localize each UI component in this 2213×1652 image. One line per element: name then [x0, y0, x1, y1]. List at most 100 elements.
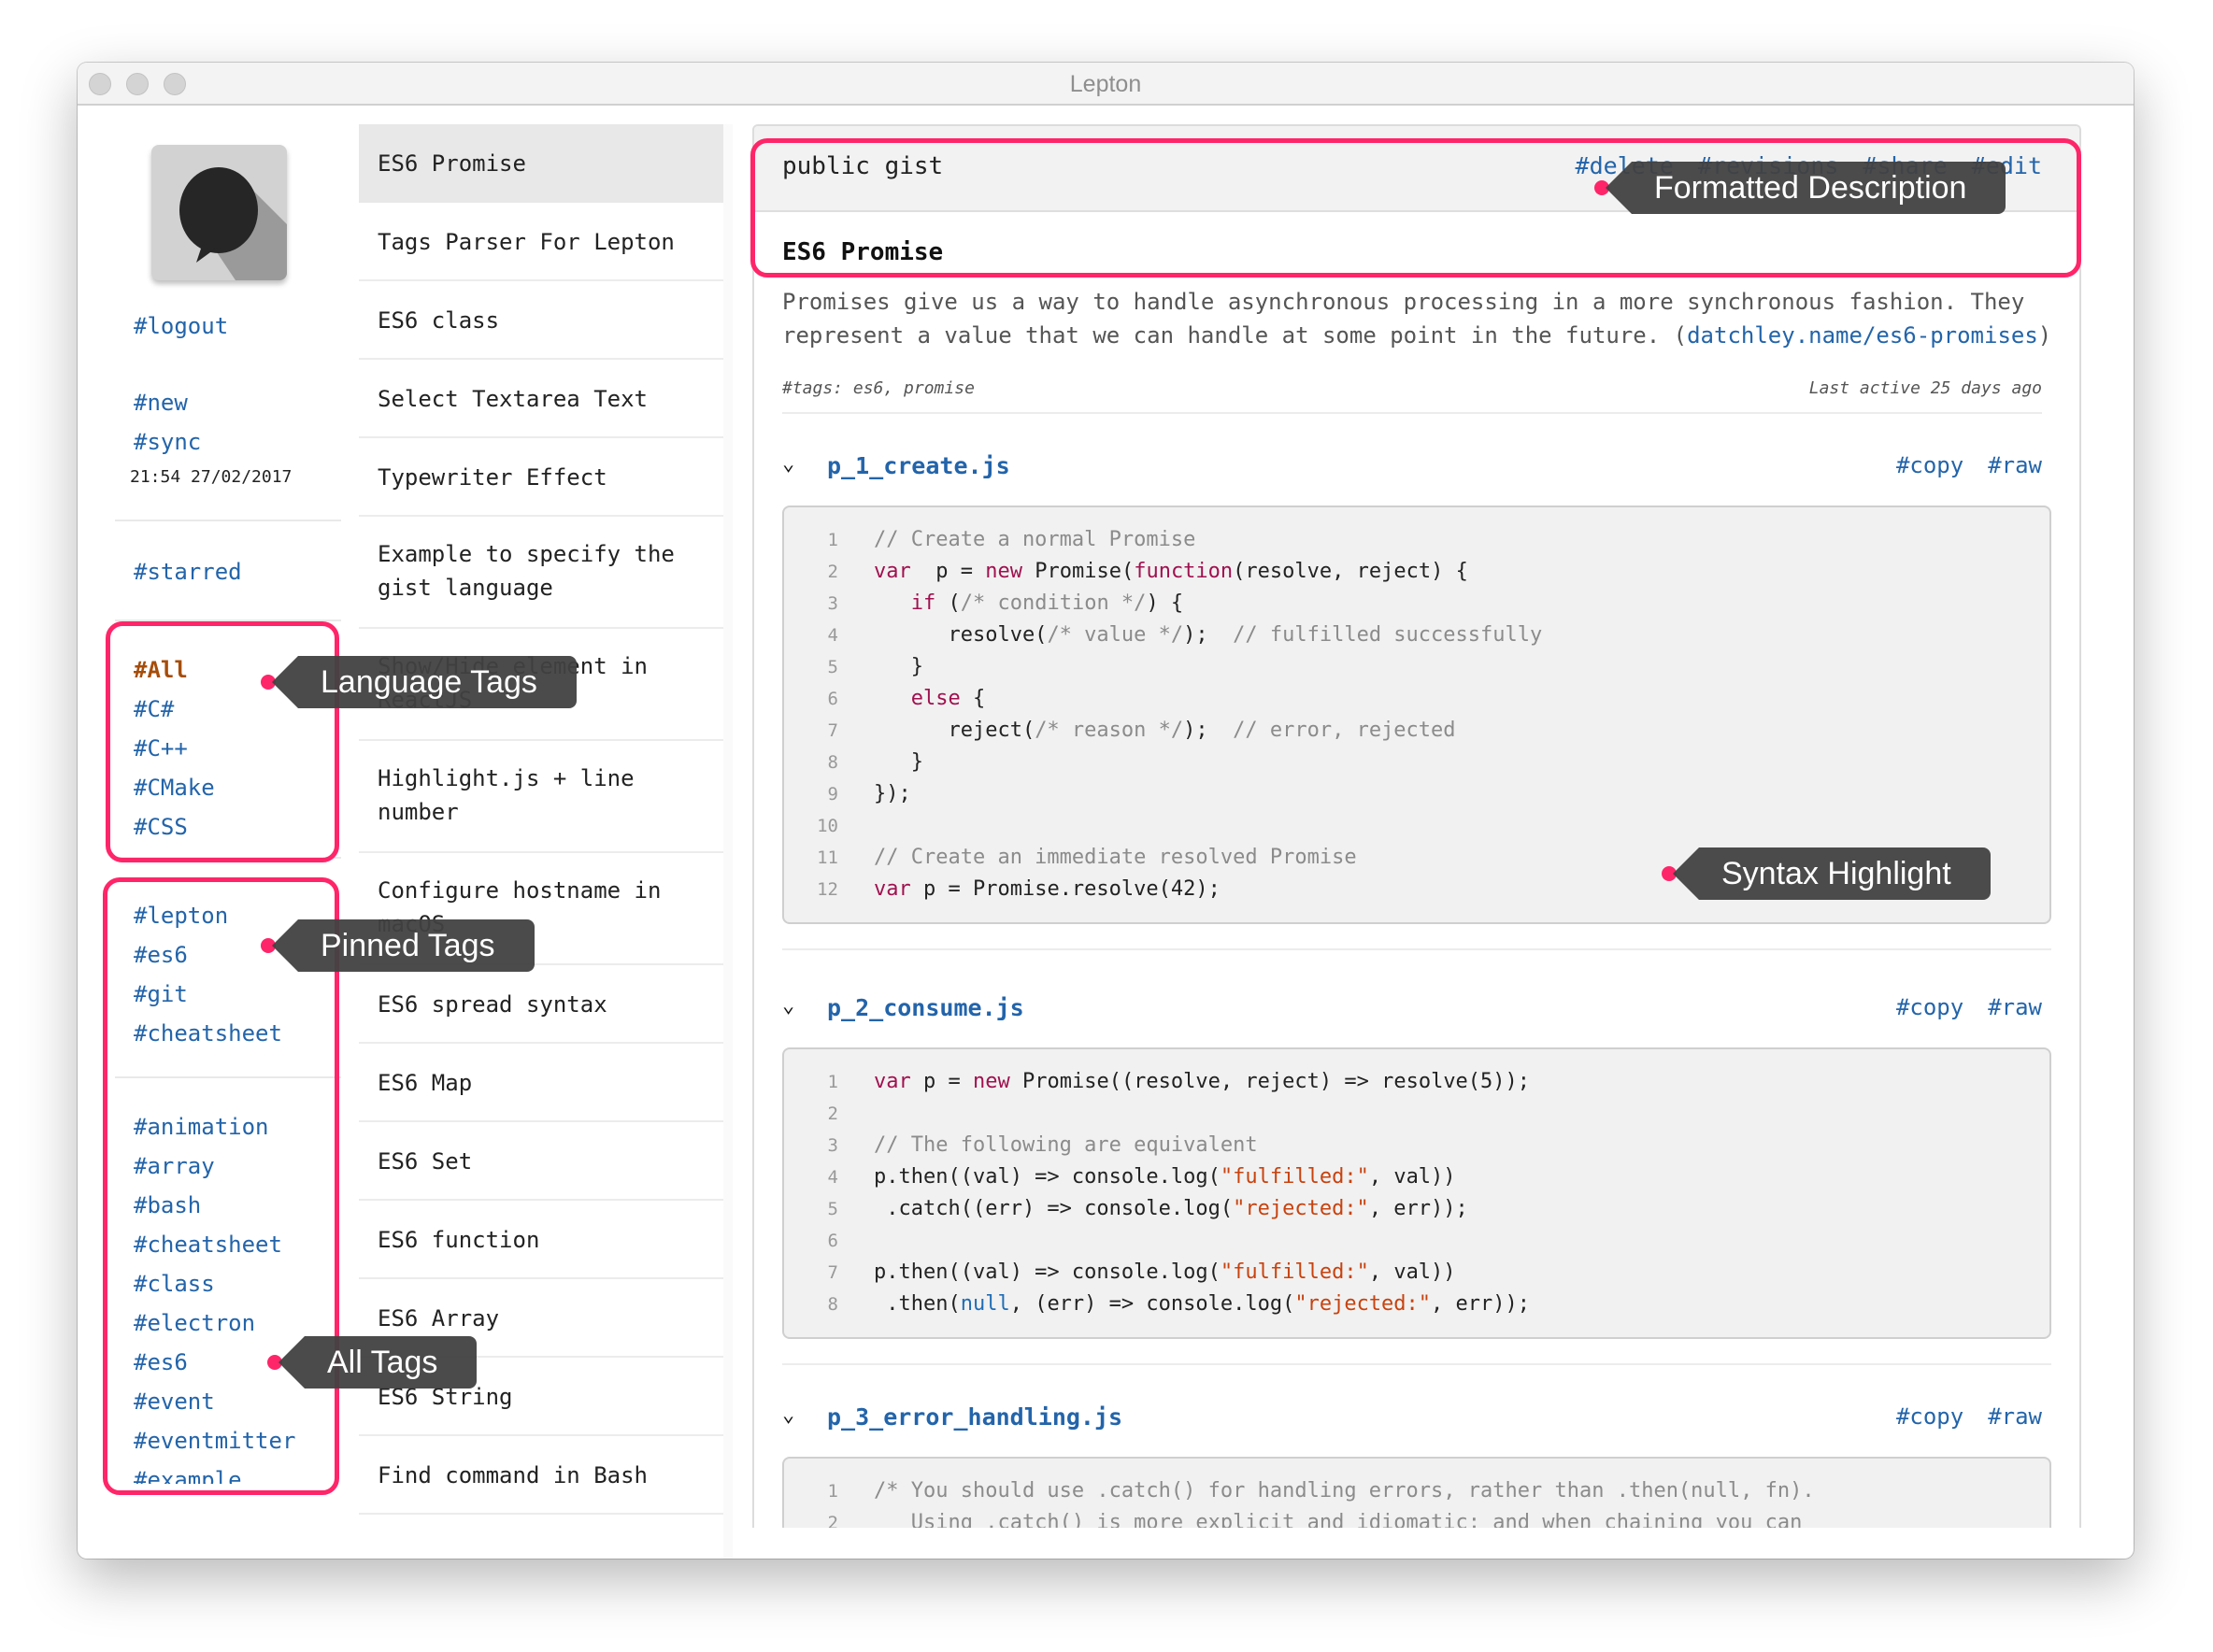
gist-list-item-title: ES6 class [378, 307, 500, 334]
chevron-down-icon[interactable]: ⌄ [782, 1403, 794, 1427]
copy-button[interactable]: #copy [1896, 452, 1963, 478]
callout-label: Pinned Tags [272, 919, 535, 972]
gist-visibility: public gist [782, 152, 944, 180]
code-text: p.then((val) => console.log("fulfilled:"… [874, 1260, 1456, 1284]
gist-list-item[interactable]: Typewriter Effect [359, 438, 723, 517]
gist-list-item-title: ES6 function [378, 1227, 540, 1253]
gist-list-item[interactable]: Find command in Bash [359, 1436, 723, 1515]
code-text: var p = new Promise(function(resolve, re… [874, 560, 1468, 583]
gist-list-item[interactable]: ES6 Map [359, 1044, 723, 1122]
gist-list-item[interactable]: Highlight.js + line number [359, 741, 723, 853]
line-number: 1 [827, 1481, 838, 1502]
tag-link[interactable]: #eventmitter [134, 1428, 295, 1454]
gist-list-item-title: ES6 Array [378, 1305, 500, 1332]
gist-list-item[interactable]: ES6 class [359, 281, 723, 360]
line-number: 8 [827, 752, 838, 773]
sync-link[interactable]: #sync [134, 429, 201, 455]
code-text: var p = new Promise((resolve, reject) =>… [874, 1070, 1531, 1093]
tag-link[interactable]: #class [134, 1271, 215, 1297]
callout-label: Language Tags [272, 656, 577, 708]
raw-button[interactable]: #raw [1988, 1403, 2042, 1430]
tag-link[interactable]: #git [134, 981, 188, 1007]
gist-list-item[interactable]: ES6 spread syntax [359, 965, 723, 1044]
line-number: 2 [827, 1513, 838, 1528]
file-name[interactable]: p_1_create.js [827, 452, 1010, 479]
gist-list-item[interactable]: ES6 Promise [359, 124, 723, 203]
chevron-down-icon[interactable]: ⌄ [782, 452, 794, 476]
file-name[interactable]: p_3_error_handling.js [827, 1403, 1122, 1431]
gist-list-item[interactable]: ES6 Set [359, 1122, 723, 1201]
code-text: if (/* condition */) { [910, 591, 1184, 615]
callout-label: Formatted Description [1605, 162, 2006, 214]
gist-list-item[interactable]: Example to specify the gist language [359, 517, 723, 629]
tag-link[interactable]: #array [134, 1153, 215, 1179]
tag-link[interactable]: #lepton [134, 903, 228, 929]
tag-link[interactable]: #C# [134, 696, 174, 722]
starred-link[interactable]: #starred [134, 559, 242, 585]
sidebar-divider [115, 620, 341, 621]
code-text: reject(/* reason */); // error, rejected [874, 719, 1456, 742]
code-text: Using .catch() is more explicit and idio… [874, 1511, 1803, 1528]
tag-link[interactable]: #C++ [134, 735, 188, 762]
tag-link[interactable]: #es6 [134, 1349, 188, 1375]
chevron-down-icon[interactable]: ⌄ [782, 994, 794, 1018]
code-text: // Create an immediate resolved Promise [874, 846, 1357, 869]
copy-button[interactable]: #copy [1896, 1403, 1963, 1430]
line-number: 1 [827, 1072, 838, 1092]
tag-link[interactable]: #CMake [134, 775, 215, 801]
line-number: 2 [827, 562, 838, 582]
tag-link[interactable]: #cheatsheet [134, 1020, 282, 1047]
gist-list-item-title: ES6 Set [378, 1148, 473, 1175]
last-active: Last active 25 days ago [1808, 378, 2042, 398]
gist-list-item[interactable]: ES6 function [359, 1201, 723, 1279]
sidebar-divider [115, 520, 341, 521]
line-number: 3 [827, 593, 838, 614]
code-text: // Create a normal Promise [874, 528, 1196, 551]
tag-link[interactable]: #electron [134, 1310, 255, 1336]
code-text: } [874, 655, 923, 678]
code-block[interactable]: 1 var p = new Promise((resolve, reject) =… [782, 1047, 2051, 1339]
sidebar: #logout #new #sync 21:54 27/02/2017 #sta… [78, 63, 358, 1484]
section-divider [782, 948, 2051, 950]
code-text: .then(null, (err) => console.log("reject… [874, 1292, 1531, 1316]
callout-label: Syntax Highlight [1673, 847, 1991, 900]
raw-button[interactable]: #raw [1988, 452, 2042, 478]
description-link[interactable]: datchley.name/es6-promises [1687, 322, 2038, 349]
gist-list-item-title: Find command in Bash [378, 1462, 648, 1488]
tag-link[interactable]: #es6 [134, 942, 188, 968]
line-number: 9 [827, 784, 838, 805]
line-number: 10 [817, 816, 838, 836]
copy-button[interactable]: #copy [1896, 994, 1963, 1020]
line-number: 4 [827, 625, 838, 646]
gist-detail-panel: public gist #delete#revisions#share#edit… [752, 124, 2081, 1528]
gist-list-item[interactable]: Tags Parser For Lepton [359, 203, 723, 281]
new-gist-link[interactable]: #new [134, 390, 188, 416]
raw-button[interactable]: #raw [1988, 994, 2042, 1020]
tag-link[interactable]: #animation [134, 1114, 269, 1140]
tag-link[interactable]: #event [134, 1389, 215, 1415]
file-actions: #copy #raw [1872, 452, 2042, 478]
title-bar: Lepton [78, 63, 2134, 106]
tag-link[interactable]: #example [134, 1467, 242, 1484]
tag-link[interactable]: #All [134, 657, 188, 683]
code-block[interactable]: 1 /* You should use .catch() for handling… [782, 1457, 2051, 1528]
gist-list-item-title: Example to specify the gist language [378, 541, 675, 601]
description-text: Promises give us a way to handle asynchr… [782, 285, 2063, 352]
tag-link[interactable]: #bash [134, 1192, 201, 1218]
file-name[interactable]: p_2_consume.js [827, 994, 1024, 1021]
logout-link[interactable]: #logout [134, 313, 228, 339]
line-number: 8 [827, 1294, 838, 1315]
tag-link[interactable]: #CSS [134, 814, 188, 840]
gist-tags: #tags: es6, promise [782, 378, 975, 398]
code-text: }); [874, 782, 911, 805]
line-number: 6 [827, 689, 838, 709]
line-number: 12 [817, 879, 838, 900]
line-number: 6 [827, 1231, 838, 1251]
gist-list-item[interactable]: Select Textarea Text [359, 360, 723, 438]
line-number: 7 [827, 720, 838, 741]
gist-list-scrollbar[interactable] [723, 124, 733, 1559]
gist-list-item-title: Select Textarea Text [378, 386, 648, 412]
gist-title: ES6 Promise [782, 238, 944, 266]
tag-link[interactable]: #cheatsheet [134, 1232, 282, 1258]
code-text: resolve(/* value */); // fulfilled succe… [874, 623, 1543, 647]
